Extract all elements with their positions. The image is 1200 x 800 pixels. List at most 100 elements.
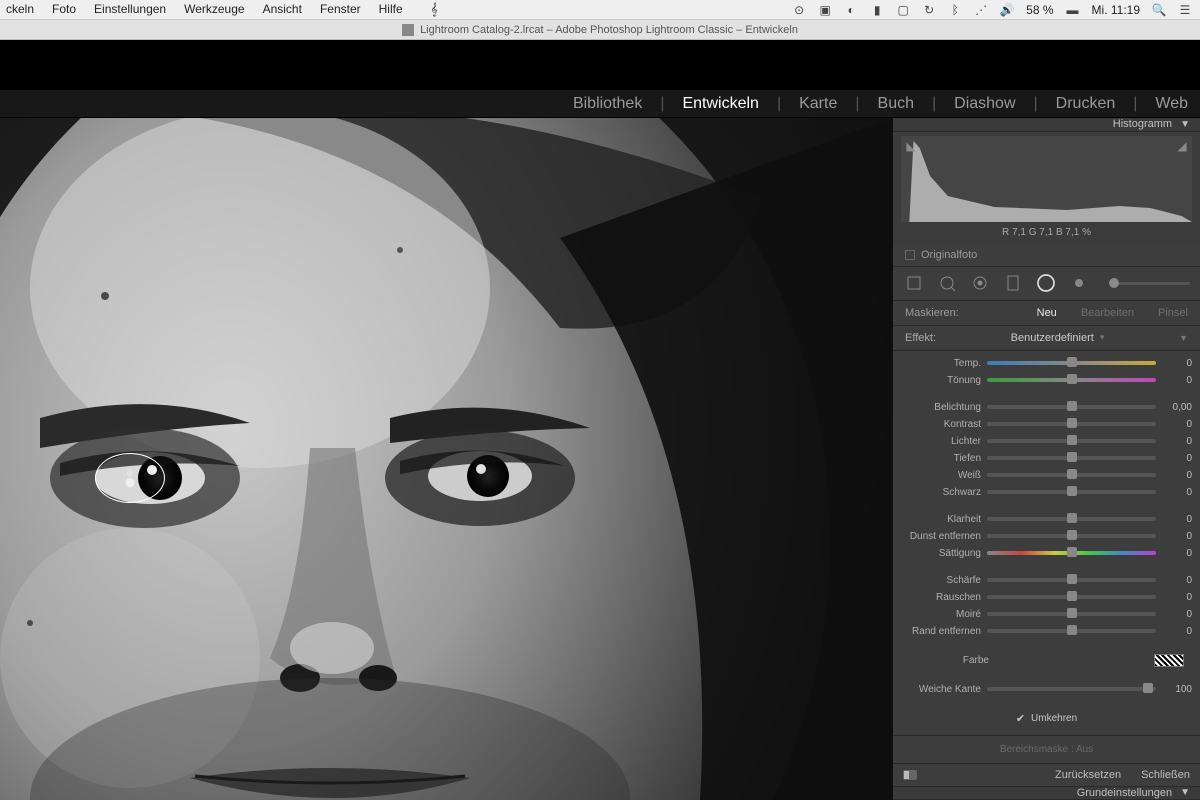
slider-track[interactable] bbox=[987, 439, 1156, 443]
radial-filter-pin[interactable]: ⊕⬤ bbox=[125, 469, 135, 487]
gradient-tool-icon[interactable] bbox=[1002, 273, 1023, 294]
module-drucken[interactable]: Drucken bbox=[1056, 95, 1116, 113]
slider-track[interactable] bbox=[987, 551, 1156, 555]
clip-shadow-icon[interactable]: ◣ bbox=[903, 138, 919, 154]
slider-track[interactable] bbox=[987, 517, 1156, 521]
slider-track[interactable] bbox=[987, 595, 1156, 599]
slider-track[interactable] bbox=[987, 687, 1156, 691]
module-bibliothek[interactable]: Bibliothek bbox=[573, 95, 642, 113]
slider-value: 0 bbox=[1162, 531, 1192, 542]
mask-tab-new[interactable]: Neu bbox=[1037, 307, 1057, 319]
status-icon[interactable]: ◐ bbox=[844, 3, 858, 17]
invert-row[interactable]: ✔ Umkehren bbox=[901, 708, 1192, 727]
redeye-tool-icon[interactable] bbox=[969, 273, 990, 294]
main-content: ⊕⬤ Histogramm ▼ ◣ ◢ R 7,1 G 7,1 B 7,1 % … bbox=[0, 118, 1200, 800]
slider-tiefen[interactable]: Tiefen0 bbox=[901, 450, 1192, 467]
brush-tool-icon[interactable] bbox=[1068, 273, 1089, 294]
effect-row[interactable]: Effekt: Benutzerdefiniert ▾ ▼ bbox=[893, 326, 1200, 351]
slider-value: 0 bbox=[1162, 436, 1192, 447]
battery-icon[interactable]: ▬ bbox=[1066, 3, 1080, 17]
menu-item[interactable]: Hilfe bbox=[379, 2, 403, 17]
slider-track[interactable] bbox=[987, 473, 1156, 477]
panel-grund-header[interactable]: Grundeinstellungen ▼ bbox=[893, 787, 1200, 800]
notification-icon[interactable]: 𝄞 bbox=[431, 2, 438, 17]
close-button[interactable]: Schließen bbox=[1141, 769, 1190, 781]
spotlight-icon[interactable]: 🔍 bbox=[1152, 3, 1166, 17]
menu-item[interactable]: Fenster bbox=[320, 2, 361, 17]
slider-sch-rfe[interactable]: Schärfe0 bbox=[901, 572, 1192, 589]
menu-item[interactable]: Ansicht bbox=[263, 2, 302, 17]
timemachine-icon[interactable]: ↻ bbox=[922, 3, 936, 17]
macos-menubar: ckeln Foto Einstellungen Werkzeuge Ansic… bbox=[0, 0, 1200, 20]
slider-lichter[interactable]: Lichter0 bbox=[901, 433, 1192, 450]
menu-item[interactable]: ckeln bbox=[6, 2, 34, 17]
panel-switch[interactable] bbox=[903, 770, 917, 780]
status-icon[interactable]: ▣ bbox=[818, 3, 832, 17]
effect-value[interactable]: Benutzerdefiniert bbox=[1011, 332, 1094, 344]
slider-track[interactable] bbox=[987, 422, 1156, 426]
slider-rauschen[interactable]: Rauschen0 bbox=[901, 589, 1192, 606]
original-photo-row[interactable]: Originalfoto bbox=[893, 244, 1200, 267]
wifi-icon[interactable]: ⋰ bbox=[974, 3, 988, 17]
tool-amount-slider[interactable] bbox=[1109, 282, 1190, 285]
image-canvas[interactable]: ⊕⬤ bbox=[0, 118, 893, 800]
slider-track[interactable] bbox=[987, 456, 1156, 460]
menu-item[interactable]: Foto bbox=[52, 2, 76, 17]
module-entwickeln[interactable]: Entwickeln bbox=[682, 95, 758, 113]
slider-track[interactable] bbox=[987, 612, 1156, 616]
slider-belichtung[interactable]: Belichtung0,00 bbox=[901, 399, 1192, 416]
bluetooth-icon[interactable]: ᛒ bbox=[948, 3, 962, 17]
range-mask-row[interactable]: Bereichsmaske : Aus bbox=[893, 735, 1200, 764]
radial-filter-overlay[interactable]: ⊕⬤ bbox=[95, 453, 165, 503]
slider-track[interactable] bbox=[987, 629, 1156, 633]
slider-schwarz[interactable]: Schwarz0 bbox=[901, 484, 1192, 501]
slider-track[interactable] bbox=[987, 378, 1156, 382]
mask-tab-edit[interactable]: Bearbeiten bbox=[1081, 307, 1134, 319]
slider-value: 0 bbox=[1162, 592, 1192, 603]
slider-track[interactable] bbox=[987, 578, 1156, 582]
list-icon[interactable]: ☰ bbox=[1178, 3, 1192, 17]
menu-item[interactable]: Einstellungen bbox=[94, 2, 166, 17]
mask-label: Maskieren: bbox=[905, 307, 959, 319]
slider-s-ttigung[interactable]: Sättigung0 bbox=[901, 545, 1192, 562]
slider-kontrast[interactable]: Kontrast0 bbox=[901, 416, 1192, 433]
spot-tool-icon[interactable] bbox=[936, 273, 957, 294]
panel-histogram-label: Histogramm bbox=[1113, 118, 1172, 130]
slider-dunst-entfernen[interactable]: Dunst entfernen0 bbox=[901, 528, 1192, 545]
slider-moir-[interactable]: Moiré0 bbox=[901, 606, 1192, 623]
slider-track[interactable] bbox=[987, 534, 1156, 538]
slider-label: Tiefen bbox=[901, 453, 981, 464]
radial-tool-icon[interactable] bbox=[1035, 273, 1056, 294]
clock-text[interactable]: Mi. 11:19 bbox=[1092, 3, 1140, 17]
bookmark-icon[interactable]: ▮ bbox=[870, 3, 884, 17]
slider-label: Schärfe bbox=[901, 575, 981, 586]
histogram-graph[interactable]: ◣ ◢ bbox=[901, 136, 1192, 222]
checkbox-icon[interactable] bbox=[905, 250, 915, 260]
slider-klarheit[interactable]: Klarheit0 bbox=[901, 511, 1192, 528]
status-icon[interactable]: ⊙ bbox=[792, 3, 806, 17]
panel-histogram-header[interactable]: Histogramm ▼ bbox=[893, 118, 1200, 132]
slider-track[interactable] bbox=[987, 490, 1156, 494]
collapse-icon[interactable]: ▼ bbox=[1179, 333, 1188, 343]
slider-rand-entfernen[interactable]: Rand entfernen0 bbox=[901, 623, 1192, 640]
reset-button[interactable]: Zurücksetzen bbox=[1055, 769, 1121, 781]
slider-track[interactable] bbox=[987, 405, 1156, 409]
mask-tab-brush[interactable]: Pinsel bbox=[1158, 307, 1188, 319]
module-diashow[interactable]: Diashow bbox=[954, 95, 1015, 113]
module-buch[interactable]: Buch bbox=[878, 95, 914, 113]
module-web[interactable]: Web bbox=[1155, 95, 1188, 113]
clip-highlight-icon[interactable]: ◢ bbox=[1174, 138, 1190, 154]
slider-value: 0 bbox=[1162, 548, 1192, 559]
color-swatch[interactable] bbox=[1154, 654, 1184, 667]
slider-track[interactable] bbox=[987, 361, 1156, 365]
slider-weiche-kante[interactable]: Weiche Kante100 bbox=[901, 681, 1192, 698]
airplay-icon[interactable]: ▢ bbox=[896, 3, 910, 17]
slider-wei-[interactable]: Weiß0 bbox=[901, 467, 1192, 484]
slider-temp-[interactable]: Temp.0 bbox=[901, 355, 1192, 372]
menu-item[interactable]: Werkzeuge bbox=[184, 2, 244, 17]
slider-t-nung[interactable]: Tönung0 bbox=[901, 372, 1192, 389]
volume-icon[interactable]: 🔊 bbox=[1000, 3, 1014, 17]
module-karte[interactable]: Karte bbox=[799, 95, 837, 113]
slider-label: Tönung bbox=[901, 375, 981, 386]
crop-tool-icon[interactable] bbox=[903, 273, 924, 294]
